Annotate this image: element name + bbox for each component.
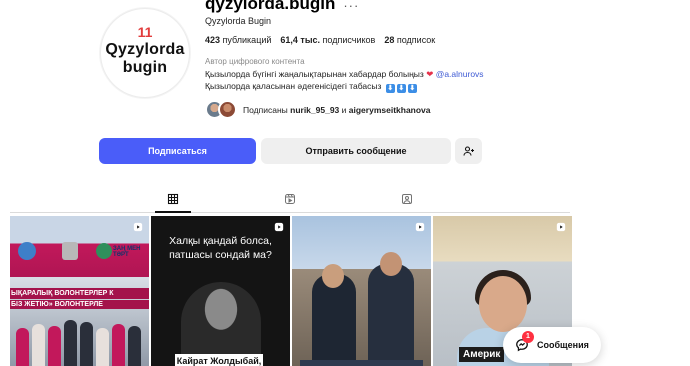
person-head — [380, 252, 402, 276]
person-head — [322, 264, 344, 288]
tab-tagged[interactable] — [400, 192, 414, 206]
posts-count: 423 — [205, 35, 221, 45]
bio-line-1: Қызылорда бүгінгі жаңалықтарынан хабарда… — [205, 69, 484, 80]
followed-by-text: Подписаны nurik_95_93 и aigerymseitkhano… — [243, 105, 431, 115]
posts-label: публикаций — [222, 35, 272, 45]
reels-icon — [285, 194, 295, 204]
post-quote-text: Халқы қандай болса, патшасы сондай ма? — [169, 235, 272, 261]
follower-avatar — [218, 100, 237, 119]
tab-posts[interactable] — [166, 192, 180, 206]
reel-indicator-icon — [133, 222, 143, 232]
bio-line-2: Қызылорда қаласынан әдегенісідегі табасы… — [205, 81, 417, 93]
posts-grid: ЗАҢ МЕН ТӘРТ ЫҚАРАЛЫҚ ВОЛОНТЕРЛЕР К БІЗ … — [10, 216, 572, 366]
active-tab-indicator — [155, 211, 191, 213]
username-row: qyzylorda.bugin ··· — [205, 0, 359, 14]
emblem-icon — [96, 243, 112, 259]
post-tile[interactable]: Халқы қандай болса, патшасы сондай ма? К… — [151, 216, 290, 366]
post-banner-text: ЫҚАРАЛЫҚ ВОЛОНТЕРЛЕР К — [10, 288, 149, 299]
emblem-icon — [62, 242, 78, 260]
messages-label: Сообщения — [537, 340, 589, 350]
heart-icon: ❤ — [426, 69, 434, 79]
post-caption-text: Америк — [459, 347, 505, 362]
person-figure — [32, 324, 45, 366]
person-figure — [112, 324, 125, 366]
followers-stat[interactable]: 61,4 тыс. подписчиков — [280, 35, 375, 45]
following-count: 28 — [384, 35, 395, 45]
post-caption-bar — [300, 360, 423, 366]
profile-category: Автор цифрового контента — [205, 57, 305, 66]
reel-indicator-icon — [274, 222, 284, 232]
following-stat[interactable]: 28 подписок — [384, 35, 435, 45]
followers-count: 61,4 тыс. — [280, 35, 321, 45]
add-user-icon — [462, 146, 474, 156]
messages-button[interactable]: 1 Сообщения — [503, 327, 601, 363]
following-label: подписок — [396, 35, 436, 45]
posts-stat: 423 публикаций — [205, 35, 271, 45]
tab-reels[interactable] — [283, 192, 297, 206]
person-figure — [48, 326, 61, 366]
emoji-badge-icon: ⬇ — [407, 84, 417, 93]
followers-label: подписчиков — [322, 35, 376, 45]
reel-indicator-icon — [415, 222, 425, 232]
avatar-logo-mark: 11 — [137, 24, 153, 40]
followed-by-prefix: Подписаны — [243, 104, 288, 115]
followed-by-avatars — [205, 100, 237, 119]
followed-by-user-2: aigerymseitkhanova — [348, 104, 431, 115]
post-image-portrait — [181, 282, 261, 360]
emoji-badge-icon: ⬇ — [385, 84, 395, 93]
post-sign-text: ЗАҢ МЕН ТӘРТ — [113, 246, 141, 258]
bio-line-1-text: Қызылорда бүгінгі жаңалықтарынан хабарда… — [205, 69, 424, 79]
bio-mention-link[interactable]: @a.alnurovs — [436, 69, 484, 79]
follow-button[interactable]: Подписаться — [99, 138, 256, 164]
username: qyzylorda.bugin — [205, 0, 336, 13]
avatar-logo-line1: Qyzylorda — [105, 41, 185, 58]
unread-badge: 1 — [522, 331, 534, 343]
person-figure — [16, 328, 29, 366]
post-banner-text: БІЗ ЖЕТІЮ» ВОЛОНТЕРЛЕ — [10, 300, 149, 309]
person-figure — [128, 326, 141, 366]
person-figure — [368, 264, 414, 366]
full-name: Qyzylorda Bugin — [205, 16, 272, 26]
tabs-divider — [10, 212, 570, 213]
emblem-icon — [18, 242, 36, 260]
emoji-badge-icon: ⬇ — [396, 84, 406, 93]
suggested-users-button[interactable] — [455, 138, 482, 164]
post-tile[interactable]: ЗАҢ МЕН ТӘРТ ЫҚАРАЛЫҚ ВОЛОНТЕРЛЕР К БІЗ … — [10, 216, 149, 366]
bio-line-2-text: Қызылорда қаласынан әдегенісідегі табасы… — [205, 81, 382, 91]
followed-by-and: и — [341, 104, 347, 115]
post-caption-name: Кайрат Жолдыбай, — [175, 354, 263, 366]
grid-icon — [167, 193, 179, 205]
person-figure — [64, 320, 77, 366]
followed-by-user-1: nurik_95_93 — [290, 104, 340, 115]
send-message-button[interactable]: Отправить сообщение — [261, 138, 451, 164]
profile-stats: 423 публикаций 61,4 тыс. подписчиков 28 … — [205, 35, 435, 45]
person-figure — [80, 322, 93, 366]
profile-avatar[interactable]: 11 Qyzylorda bugin — [100, 8, 190, 98]
avatar-logo-line2: bugin — [122, 59, 168, 76]
followed-by[interactable]: Подписаны nurik_95_93 и aigerymseitkhano… — [205, 100, 431, 119]
person-figure — [96, 328, 109, 366]
reel-indicator-icon — [556, 222, 566, 232]
ellipsis-icon[interactable]: ··· — [343, 0, 359, 13]
person-head — [479, 276, 527, 332]
post-image-people — [10, 313, 149, 366]
post-tile[interactable] — [292, 216, 431, 366]
tagged-icon — [402, 194, 412, 204]
messenger-icon-wrap: 1 — [515, 331, 534, 352]
